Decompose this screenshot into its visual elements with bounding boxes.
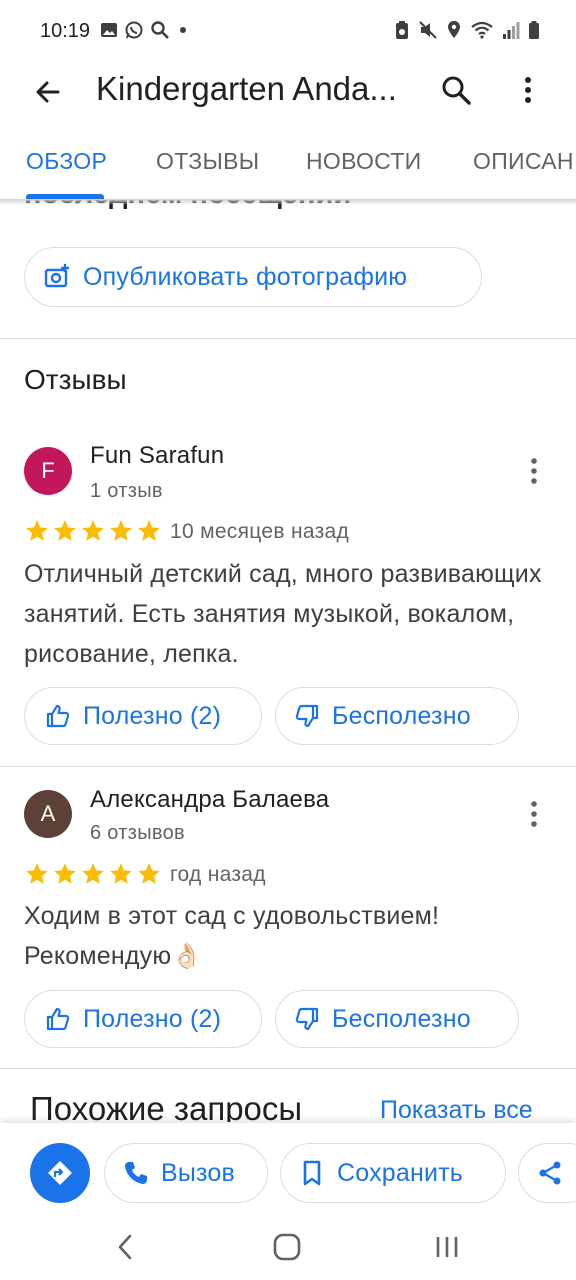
- action-bar: Вызов Сохранить: [0, 1122, 576, 1220]
- call-button[interactable]: Вызов: [104, 1143, 268, 1203]
- nav-back-icon[interactable]: [112, 1232, 138, 1262]
- thumbs-up-icon: [46, 704, 70, 728]
- add-photo-icon: [44, 264, 69, 288]
- not-helpful-label: Бесполезно: [332, 1004, 471, 1033]
- tab-description[interactable]: ОПИСАН: [473, 148, 574, 175]
- dot-icon: [180, 27, 186, 33]
- star-icon: [138, 863, 160, 884]
- search-icon[interactable]: [438, 72, 474, 108]
- star-icon: [138, 520, 160, 541]
- thumbs-down-icon: [295, 1007, 319, 1031]
- whatsapp-notification-icon: [125, 21, 143, 39]
- reviews-section-title: Отзывы: [24, 364, 127, 395]
- share-icon: [539, 1161, 561, 1185]
- review-date: 10 месяцев назад: [170, 520, 350, 543]
- not-helpful-button[interactable]: Бесполезно: [275, 990, 519, 1048]
- directions-button[interactable]: [30, 1143, 90, 1203]
- helpful-label: Полезно (2): [83, 701, 222, 730]
- phone-icon: [125, 1162, 147, 1184]
- more-options-icon[interactable]: [512, 72, 544, 108]
- mute-icon: [419, 21, 437, 39]
- nav-home-icon[interactable]: [272, 1232, 302, 1262]
- status-bar: 10:19: [0, 0, 576, 64]
- star-rating: [24, 518, 162, 544]
- star-icon: [54, 520, 76, 541]
- avatar[interactable]: А: [24, 790, 72, 838]
- divider: [0, 1068, 576, 1069]
- star-icon: [82, 520, 104, 541]
- not-helpful-label: Бесполезно: [332, 701, 471, 730]
- thumbs-up-icon: [46, 1007, 70, 1031]
- tab-reviews[interactable]: ОТЗЫВЫ: [156, 148, 259, 175]
- place-title: Kindergarten Anda...: [96, 70, 397, 107]
- show-all-link[interactable]: Показать все: [380, 1096, 533, 1125]
- call-label: Вызов: [161, 1158, 236, 1187]
- reviewer-name[interactable]: Александра Балаева: [90, 786, 329, 814]
- star-icon: [110, 863, 132, 884]
- star-icon: [54, 863, 76, 884]
- tab-news[interactable]: НОВОСТИ: [306, 148, 422, 175]
- star-icon: [26, 520, 48, 541]
- helpful-button[interactable]: Полезно (2): [24, 687, 262, 745]
- share-button[interactable]: [518, 1143, 576, 1203]
- review-text: Отличный детский сад, много развивающих …: [24, 560, 542, 668]
- review-more-icon[interactable]: [522, 453, 546, 489]
- signal-icon: [503, 22, 520, 39]
- star-rating: [24, 861, 162, 887]
- directions-icon: [48, 1161, 72, 1185]
- gallery-notification-icon: [101, 23, 117, 37]
- battery-icon: [529, 21, 539, 39]
- not-helpful-button[interactable]: Бесполезно: [275, 687, 519, 745]
- bookmark-icon: [303, 1160, 321, 1186]
- back-arrow-icon[interactable]: [30, 74, 66, 110]
- nav-recents-icon[interactable]: [434, 1232, 460, 1262]
- wifi-icon: [471, 21, 493, 39]
- divider: [0, 766, 576, 767]
- tab-bar: ОБЗОР ОТЗЫВЫ НОВОСТИ ОПИСАН: [0, 130, 576, 200]
- review-more-icon[interactable]: [522, 796, 546, 832]
- star-icon: [26, 863, 48, 884]
- publish-photo-label: Опубликовать фотографию: [83, 262, 408, 291]
- publish-photo-button[interactable]: Опубликовать фотографию: [24, 247, 482, 307]
- tabs-shadow: [0, 199, 576, 205]
- battery-saver-icon: [396, 21, 408, 39]
- star-icon: [82, 863, 104, 884]
- search-notification-icon: [151, 21, 169, 39]
- tab-overview[interactable]: ОБЗОР: [26, 148, 107, 175]
- reviewer-name[interactable]: Fun Sarafun: [90, 442, 224, 470]
- review-text: Ходим в этот сад с удовольствием! Рекоме…: [24, 902, 440, 970]
- reviewer-review-count: 6 отзывов: [90, 822, 185, 844]
- helpful-button[interactable]: Полезно (2): [24, 990, 262, 1048]
- divider: [0, 338, 576, 339]
- thumbs-down-icon: [295, 704, 319, 728]
- reviewer-review-count: 1 отзыв: [90, 480, 163, 502]
- review-date: год назад: [170, 863, 266, 886]
- status-time: 10:19: [40, 20, 91, 42]
- location-icon: [448, 21, 460, 38]
- save-button[interactable]: Сохранить: [280, 1143, 506, 1203]
- star-icon: [110, 520, 132, 541]
- system-nav-bar: [0, 1220, 576, 1280]
- helpful-label: Полезно (2): [83, 1004, 222, 1033]
- app-bar: Kindergarten Anda...: [0, 64, 576, 120]
- avatar[interactable]: F: [24, 447, 72, 495]
- save-label: Сохранить: [337, 1158, 464, 1187]
